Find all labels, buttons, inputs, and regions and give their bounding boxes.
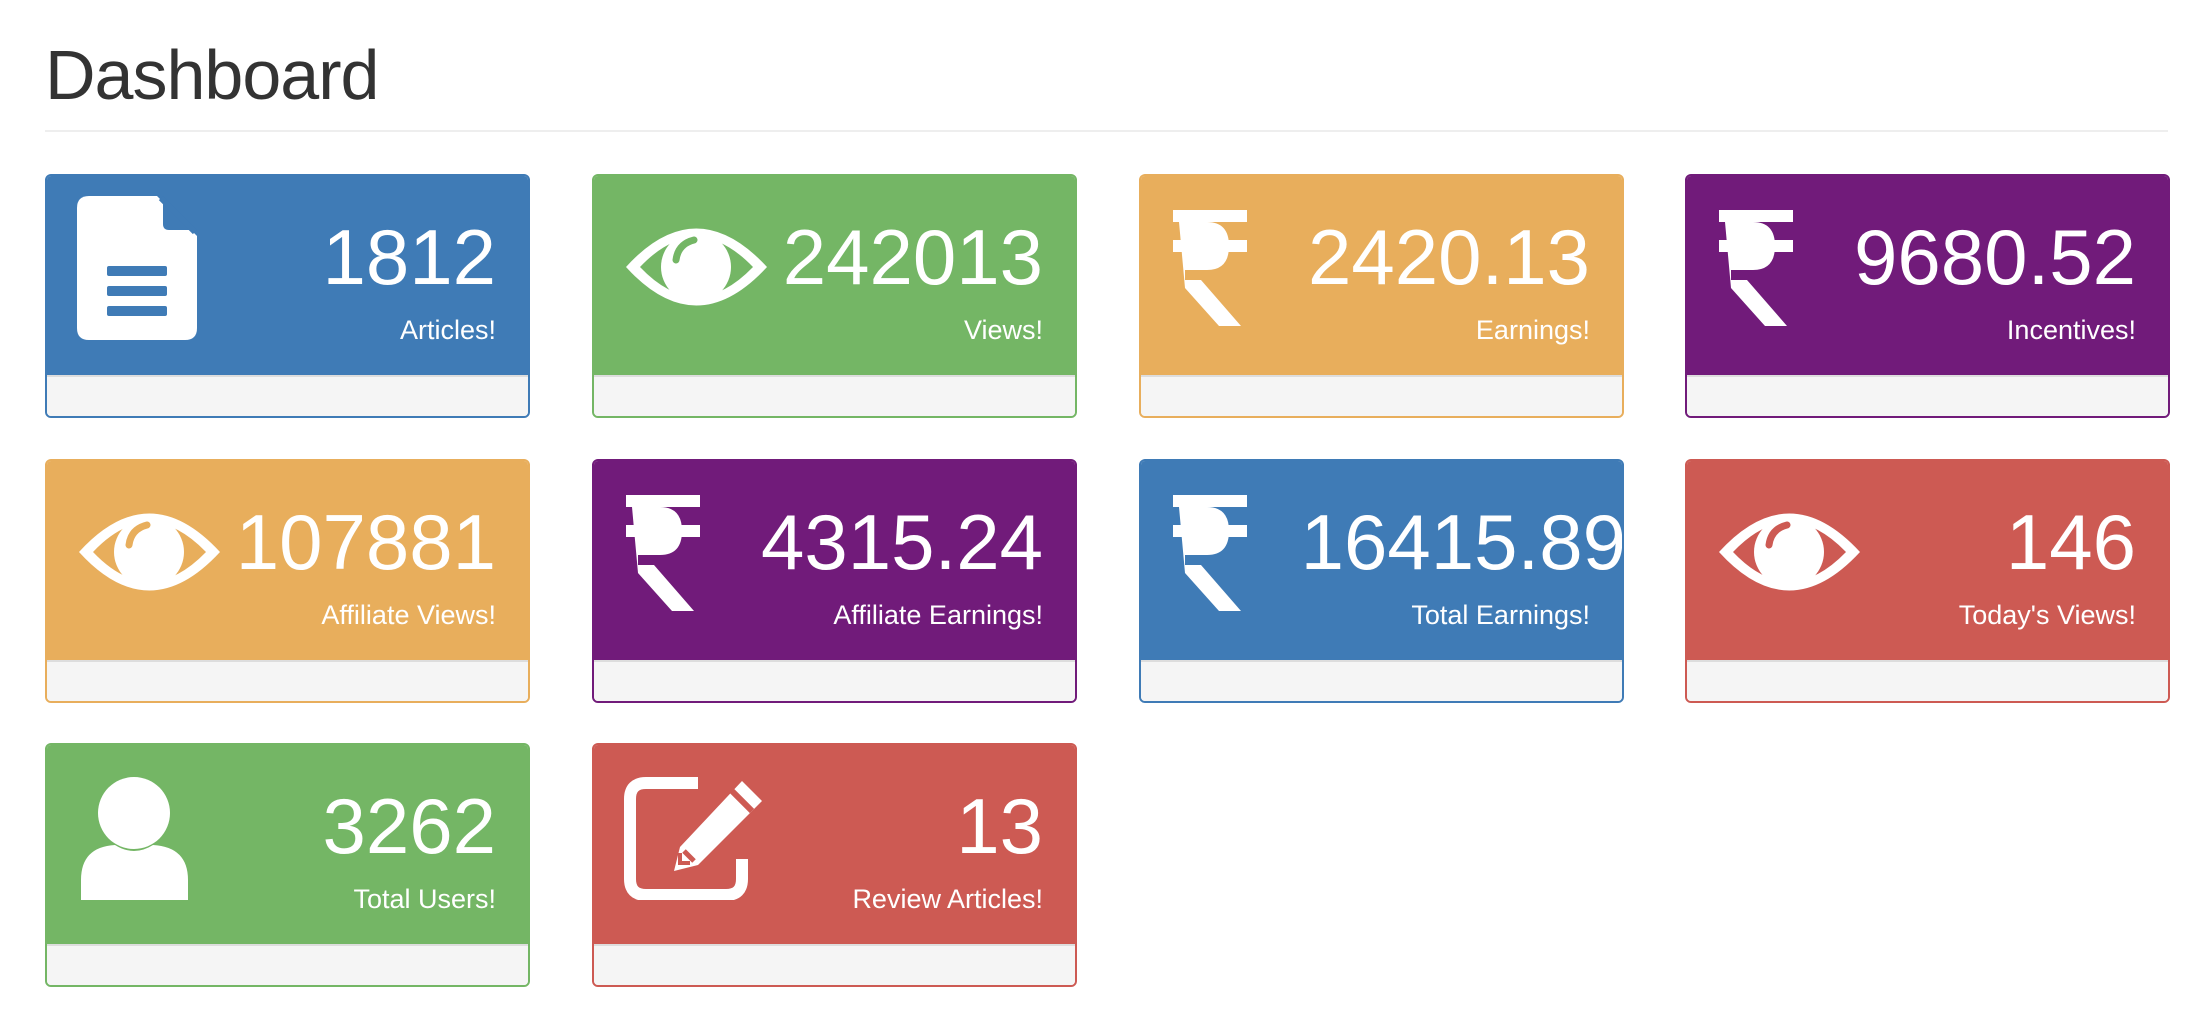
panel-incentives[interactable]: 9680.52 Incentives! (1685, 174, 2170, 418)
panel-todays-views[interactable]: 146 Today's Views! (1685, 459, 2170, 703)
user-icon (77, 775, 227, 925)
panel-heading: 9680.52 Incentives! (1687, 176, 2168, 375)
panel-value: 1812 (322, 213, 496, 301)
panel-total-earnings[interactable]: 16415.89 Total Earnings! (1139, 459, 1624, 703)
panel-earnings[interactable]: 2420.13 Earnings! (1139, 174, 1624, 418)
panel-footer[interactable] (1141, 660, 1622, 701)
panel-footer[interactable] (594, 944, 1075, 985)
panel-footer[interactable] (594, 660, 1075, 701)
panel-heading: 2420.13 Earnings! (1141, 176, 1622, 375)
panel-value: 146 (2005, 498, 2136, 586)
panel-value: 4315.24 (761, 498, 1043, 586)
panel-value: 2420.13 (1308, 213, 1590, 301)
page-title: Dashboard (45, 36, 379, 114)
panel-value: 107881 (235, 498, 496, 586)
panel-label: Earnings! (1475, 315, 1590, 345)
panel-label: Affiliate Views! (321, 600, 496, 630)
rupee-icon (1171, 208, 1321, 358)
eye-icon (77, 505, 227, 655)
panel-label: Articles! (399, 315, 496, 345)
panel-heading: 13 Review Articles! (594, 745, 1075, 944)
panel-value: 9680.52 (1854, 213, 2136, 301)
panel-footer[interactable] (1141, 375, 1622, 416)
panel-articles[interactable]: 1812 Articles! (45, 174, 530, 418)
panel-total-users[interactable]: 3262 Total Users! (45, 743, 530, 987)
panel-heading: 242013 Views! (594, 176, 1075, 375)
rupee-icon (1717, 208, 1867, 358)
panel-footer[interactable] (47, 375, 528, 416)
panel-affiliate-earnings[interactable]: 4315.24 Affiliate Earnings! (592, 459, 1077, 703)
rupee-icon (1171, 493, 1321, 643)
page-header: Dashboard (45, 0, 2168, 132)
panel-footer[interactable] (594, 375, 1075, 416)
panel-label: Total Users! (353, 884, 496, 914)
panel-label: Total Earnings! (1411, 600, 1590, 630)
dashboard-page: Dashboard 1812 Articles! 242013 Views! 2… (0, 0, 2210, 1010)
panel-label: Affiliate Earnings! (833, 600, 1043, 630)
panel-footer[interactable] (1687, 375, 2168, 416)
panel-label: Today's Views! (1958, 600, 2136, 630)
panel-heading: 146 Today's Views! (1687, 461, 2168, 660)
eye-icon (1717, 505, 1867, 655)
edit-icon (624, 775, 774, 925)
panel-footer[interactable] (47, 660, 528, 701)
panel-value: 16415.89 (1300, 498, 1624, 586)
panel-value: 3262 (322, 782, 496, 870)
panel-heading: 16415.89 Total Earnings! (1141, 461, 1622, 660)
panel-affiliate-views[interactable]: 107881 Affiliate Views! (45, 459, 530, 703)
panel-footer[interactable] (47, 944, 528, 985)
panel-views[interactable]: 242013 Views! (592, 174, 1077, 418)
eye-icon (624, 220, 774, 370)
panel-value: 13 (956, 782, 1043, 870)
file-text-icon (77, 196, 227, 346)
panel-heading: 107881 Affiliate Views! (47, 461, 528, 660)
panel-label: Views! (963, 315, 1043, 345)
panel-value: 242013 (782, 213, 1043, 301)
panel-label: Review Articles! (852, 884, 1043, 914)
panel-heading: 3262 Total Users! (47, 745, 528, 944)
panel-review-articles[interactable]: 13 Review Articles! (592, 743, 1077, 987)
panel-heading: 4315.24 Affiliate Earnings! (594, 461, 1075, 660)
rupee-icon (624, 493, 774, 643)
panel-label: Incentives! (2006, 315, 2136, 345)
panel-footer[interactable] (1687, 660, 2168, 701)
panel-heading: 1812 Articles! (47, 176, 528, 375)
